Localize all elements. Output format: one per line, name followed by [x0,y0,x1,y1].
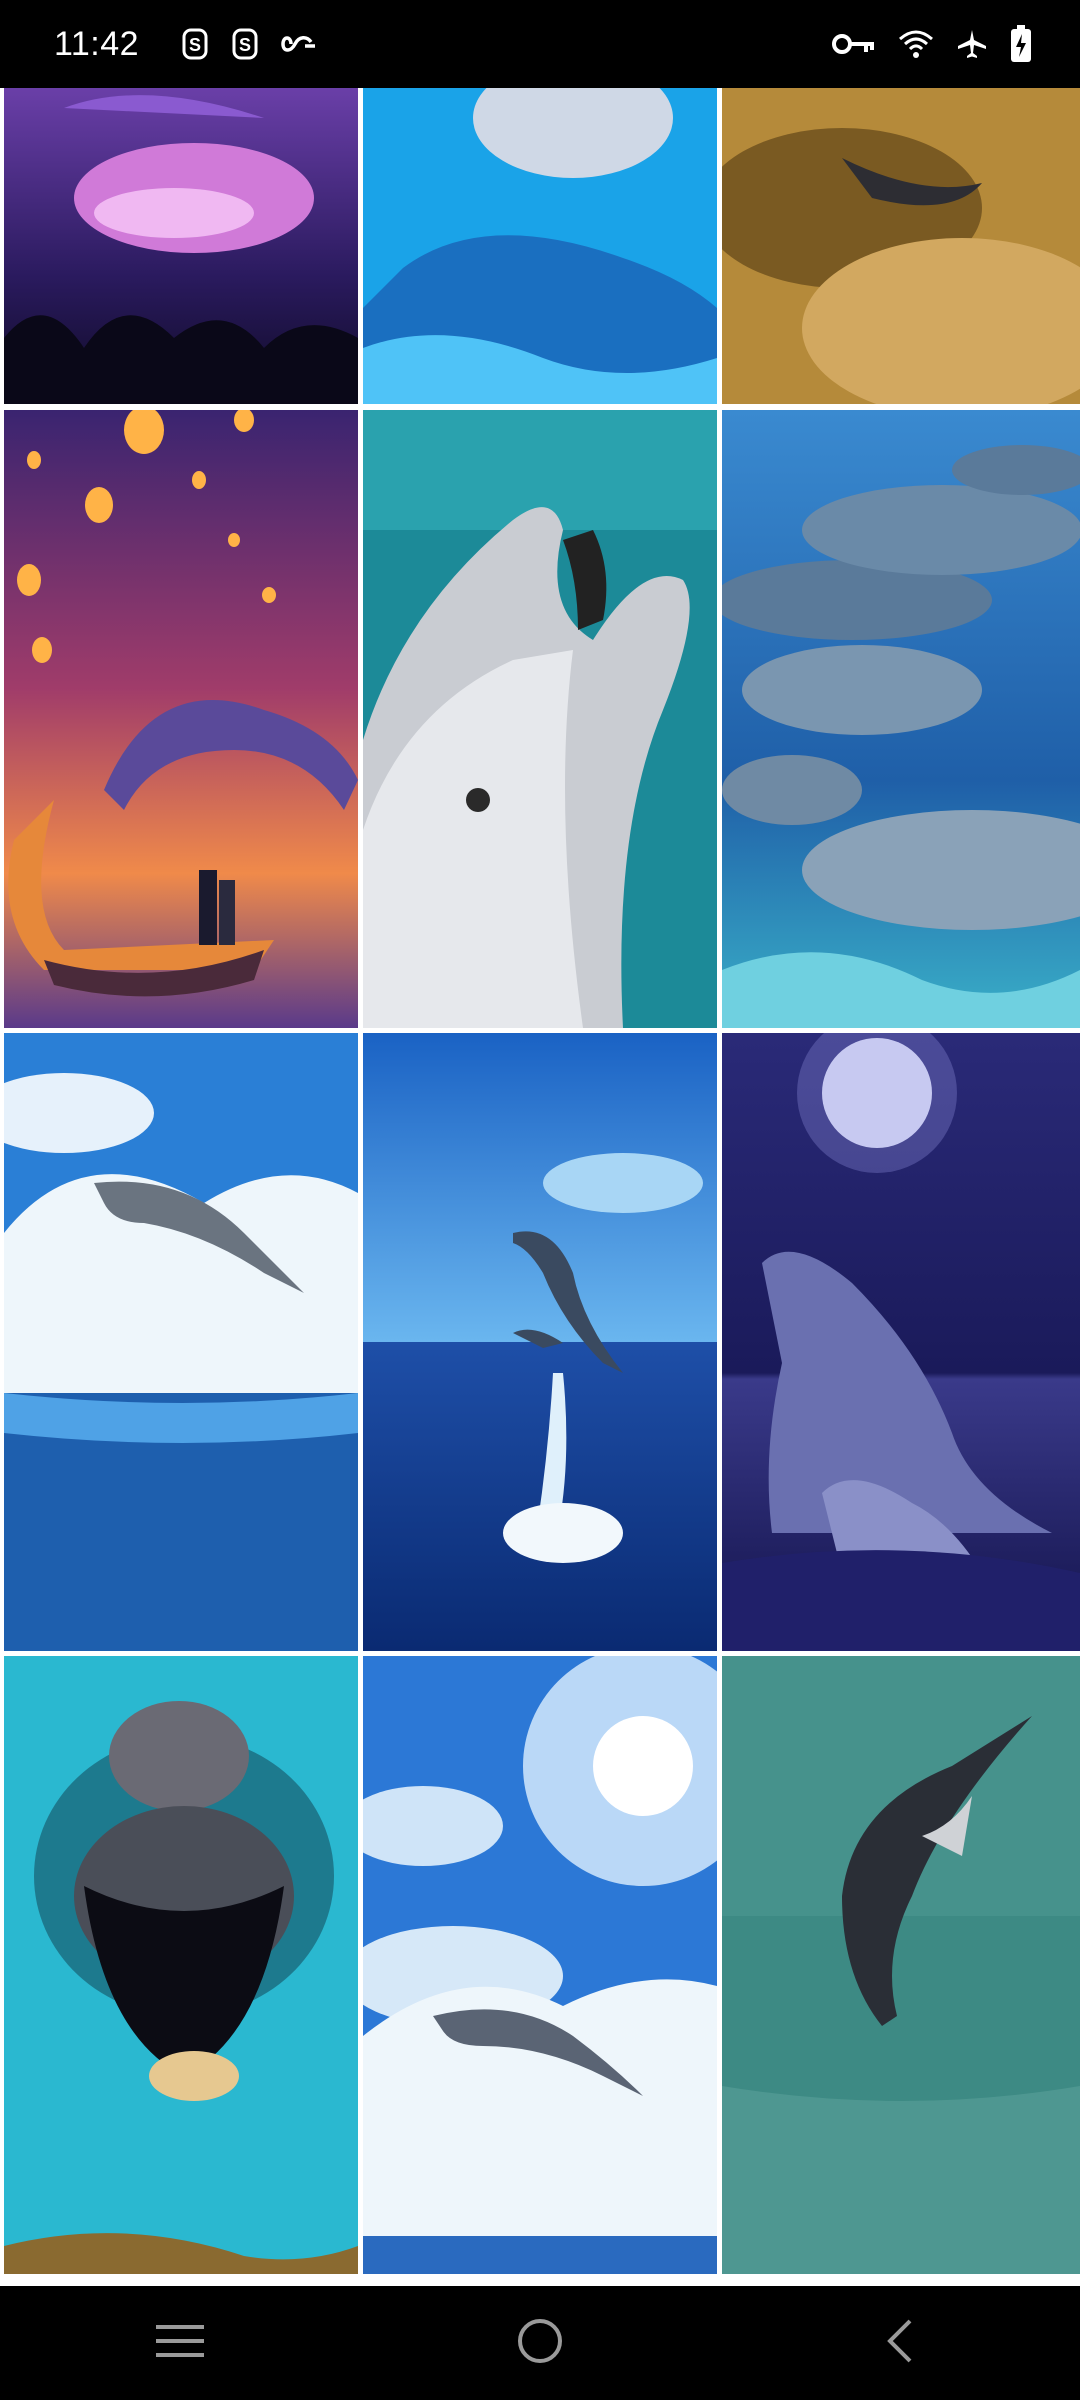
vpn-key-icon [832,32,876,56]
status-bar: 11:42 S S [0,0,1080,88]
recents-button[interactable] [120,2298,240,2388]
notification-s-icon: S [181,28,209,60]
wallpaper-tile-dolphin-lanterns-couple[interactable] [4,410,358,1028]
home-button[interactable] [480,2298,600,2388]
wallpaper-tile-dolphins-moonlight[interactable] [722,1033,1080,1651]
status-notification-icons: S S [181,28,317,60]
home-icon [515,2316,565,2371]
wallpaper-tile-dolphin-golden-clouds[interactable] [722,88,1080,404]
wallpaper-grid[interactable] [0,88,1080,2286]
battery-charging-icon [1010,25,1032,63]
wallpaper-tile-dolphin-wave-jump[interactable] [4,1033,358,1651]
notification-s-icon: S [231,28,259,60]
wallpaper-tile-dolphin-closeup-teal[interactable] [363,410,717,1028]
svg-text:S: S [189,35,201,55]
infinity-icon [281,32,317,56]
system-navigation-bar [0,2286,1080,2400]
back-button[interactable] [840,2298,960,2388]
status-time: 11:42 [54,24,140,63]
airplane-mode-icon [956,28,988,60]
wallpaper-tile-dolphin-pod-underwater[interactable] [722,410,1080,1028]
back-icon [880,2316,920,2371]
svg-text:S: S [239,35,251,55]
status-system-icons [832,25,1032,63]
wallpaper-tile-dolphin-jump-green-sea[interactable] [722,1656,1080,2274]
wifi-icon [898,29,934,59]
menu-icon [154,2321,206,2366]
wallpaper-tile-dolphin-oil-painting[interactable] [4,1656,358,2274]
wallpaper-tile-dolphin-wave-sunbeams[interactable] [363,1656,717,2274]
wallpaper-tile-dolphin-blue-pool[interactable] [363,88,717,404]
wallpaper-tile-dolphin-purple-night[interactable] [4,88,358,404]
wallpaper-tile-dolphins-jumping-sky[interactable] [363,1033,717,1651]
